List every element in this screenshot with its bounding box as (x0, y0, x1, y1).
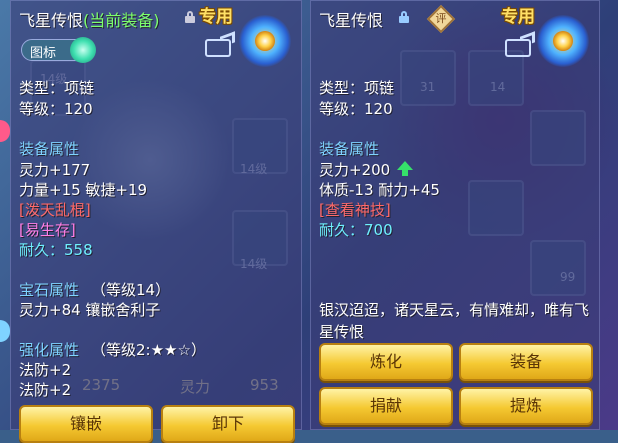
attr-line-1: 灵力+200 (319, 161, 391, 179)
lock-icon[interactable] (185, 11, 195, 23)
item-name: 飞星传恨 (19, 11, 84, 30)
toggle-knob-icon (70, 37, 96, 63)
extract-button[interactable]: 提炼 (459, 387, 593, 425)
toggle-label: 图标 (30, 46, 57, 61)
durability: 耐久：558 (19, 241, 93, 259)
attr-header: 装备属性 (319, 140, 380, 158)
necklace-item-icon (239, 15, 291, 67)
attr-header: 装备属性 (19, 140, 80, 158)
equip-button[interactable]: 装备 (459, 343, 593, 381)
evaluate-icon[interactable]: 评 (426, 4, 456, 34)
edge-decoration (0, 320, 10, 342)
evaluate-label: 评 (435, 12, 447, 25)
item-type: 类型：项链 (19, 79, 95, 97)
attr-line-2: 力量+15 敏捷+19 (19, 181, 148, 199)
current-tag: (当前装备) (83, 11, 160, 30)
special-skill-1[interactable]: [泼天乱棍] (19, 199, 91, 220)
item-level: 等级：120 (19, 100, 93, 118)
inlay-button[interactable]: 镶嵌 (19, 405, 153, 443)
share-icon[interactable] (505, 39, 531, 57)
gem-header: 宝石属性 (19, 281, 80, 299)
edge-decoration (0, 120, 10, 142)
compare-equipment-panel: 飞星传恨 评 专用 类型：项链 等级：120 装备属性 灵力+200 体质-13… (310, 0, 600, 430)
item-level: 等级：120 (319, 100, 393, 118)
unequip-button[interactable]: 卸下 (161, 405, 295, 443)
share-icon[interactable] (205, 39, 231, 57)
exclusive-tag: 专用 (501, 7, 535, 27)
exclusive-tag: 专用 (199, 7, 233, 27)
item-type: 类型：项链 (319, 79, 395, 97)
attr-line-2: 体质-13 耐力+45 (319, 181, 440, 199)
view-skill-link[interactable]: [查看神技] (319, 199, 391, 220)
refine-button[interactable]: 炼化 (319, 343, 453, 381)
enhance-level: （等级2:★★☆） (91, 341, 206, 359)
current-equipment-panel: 飞星传恨(当前装备) 专用 图标 类型：项链 等级：120 装备属性 灵力+17… (10, 0, 302, 443)
icon-toggle[interactable]: 图标 (21, 37, 96, 63)
enhance-line-2: 法防+2 (19, 381, 72, 399)
arrow-up-icon (397, 161, 413, 177)
enhance-header: 强化属性 (19, 341, 80, 359)
gem-level: （等级14） (91, 281, 171, 299)
attr-line-1: 灵力+177 (19, 161, 91, 179)
gem-value: 灵力+84 镶嵌舍利子 (19, 301, 161, 319)
durability: 耐久：700 (319, 221, 393, 239)
lock-icon[interactable] (399, 11, 409, 23)
necklace-item-icon (537, 15, 589, 67)
special-skill-2[interactable]: [易生存] (19, 219, 76, 240)
enhance-line-1: 法防+2 (19, 361, 72, 379)
item-description: 银汉迢迢，诸天星云，有情难却，唯有飞星传恨 (319, 301, 590, 341)
donate-button[interactable]: 捐献 (319, 387, 453, 425)
item-title: 飞星传恨(当前装备) (19, 7, 160, 31)
item-title: 飞星传恨 (319, 11, 384, 30)
